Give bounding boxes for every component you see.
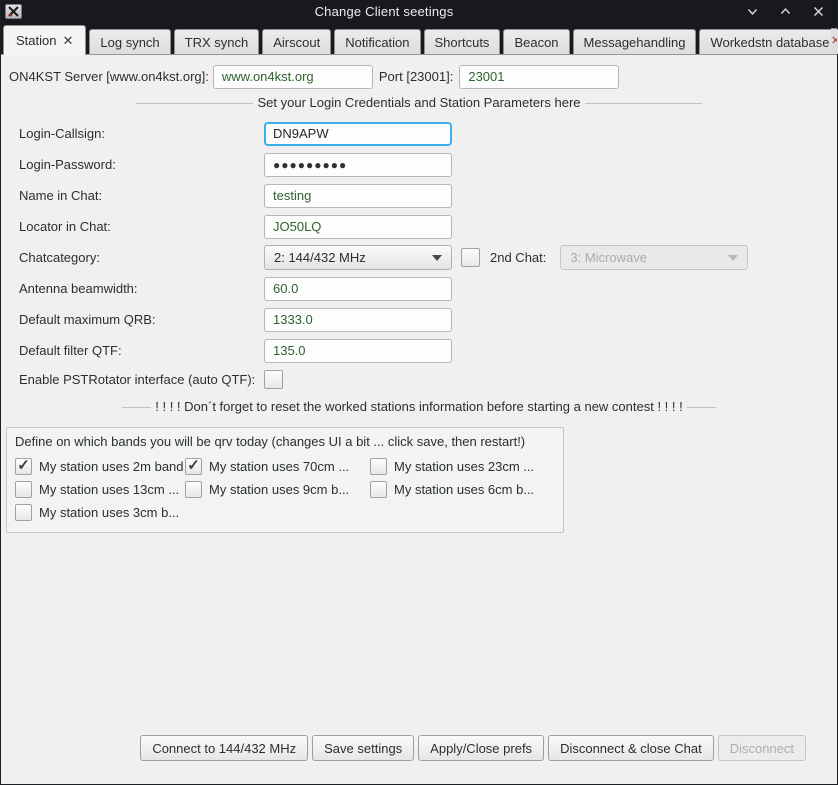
pstrotator-label: Enable PSTRotator interface (auto QTF): bbox=[19, 372, 264, 387]
band-9cm-checkbox[interactable] bbox=[185, 481, 202, 498]
server-label: ON4KST Server [www.on4kst.org]: bbox=[9, 69, 209, 84]
tab-trx-synch[interactable]: TRX synch bbox=[174, 29, 260, 54]
x11-logo-icon bbox=[8, 6, 19, 17]
login-password-input[interactable] bbox=[264, 153, 452, 177]
titlebar: Change Client seetings bbox=[1, 0, 837, 22]
login-password-label: Login-Password: bbox=[19, 157, 264, 172]
minimize-icon[interactable] bbox=[746, 5, 759, 18]
server-input[interactable] bbox=[213, 65, 373, 89]
max-qrb-input[interactable] bbox=[264, 308, 452, 332]
tab-beacon[interactable]: Beacon bbox=[503, 29, 569, 54]
band-13cm-item: My station uses 13cm ... bbox=[15, 481, 185, 498]
band-3cm-label: My station uses 3cm b... bbox=[39, 505, 179, 520]
band-6cm-item: My station uses 6cm b... bbox=[370, 481, 534, 498]
apply-close-prefs-button[interactable]: Apply/Close prefs bbox=[418, 735, 544, 761]
chatcategory-value: 2: 144/432 MHz bbox=[274, 250, 366, 265]
max-qrb-label: Default maximum QRB: bbox=[19, 312, 264, 327]
window-title: Change Client seetings bbox=[22, 4, 746, 19]
chat-name-label: Name in Chat: bbox=[19, 188, 264, 203]
tab-overflow-indicator: ✕ bbox=[831, 28, 837, 54]
chatcategory-label: Chatcategory: bbox=[19, 250, 264, 265]
maximize-icon[interactable] bbox=[779, 5, 792, 18]
band-2m-item: ✓ My station uses 2m band bbox=[15, 458, 185, 475]
settings-window: Change Client seetings Station ✕ Log syn… bbox=[0, 0, 838, 785]
pstrotator-checkbox[interactable] bbox=[264, 370, 283, 389]
band-13cm-label: My station uses 13cm ... bbox=[39, 482, 179, 497]
disconnect-button: Disconnect bbox=[718, 735, 806, 761]
dropdown-arrow-icon bbox=[728, 255, 738, 261]
save-settings-button[interactable]: Save settings bbox=[312, 735, 414, 761]
filter-qtf-label: Default filter QTF: bbox=[19, 343, 264, 358]
credentials-section-separator: Set your Login Credentials and Station P… bbox=[136, 95, 702, 110]
band-23cm-checkbox[interactable] bbox=[370, 458, 387, 475]
beamwidth-input[interactable] bbox=[264, 277, 452, 301]
app-icon[interactable] bbox=[5, 4, 22, 19]
tab-station-label: Station bbox=[16, 33, 56, 48]
band-9cm-item: My station uses 9cm b... bbox=[185, 481, 370, 498]
credentials-section-title: Set your Login Credentials and Station P… bbox=[253, 95, 584, 110]
close-icon[interactable] bbox=[812, 5, 825, 18]
login-callsign-label: Login-Callsign: bbox=[19, 126, 264, 141]
contest-warning-separator: ! ! ! ! Don´t forget to reset the worked… bbox=[122, 399, 716, 414]
beamwidth-label: Antenna beamwidth: bbox=[19, 281, 264, 296]
bands-groupbox-title: Define on which bands you will be qrv to… bbox=[15, 434, 555, 449]
tab-airscout[interactable]: Airscout bbox=[262, 29, 331, 54]
tab-shortcuts[interactable]: Shortcuts bbox=[424, 29, 501, 54]
port-input[interactable] bbox=[459, 65, 619, 89]
band-6cm-checkbox[interactable] bbox=[370, 481, 387, 498]
tab-station[interactable]: Station ✕ bbox=[3, 25, 86, 55]
band-23cm-label: My station uses 23cm ... bbox=[394, 459, 534, 474]
dropdown-arrow-icon bbox=[432, 255, 442, 261]
band-6cm-label: My station uses 6cm b... bbox=[394, 482, 534, 497]
chat-name-input[interactable] bbox=[264, 184, 452, 208]
checkmark-icon: ✓ bbox=[187, 458, 200, 473]
band-2m-label: My station uses 2m band bbox=[39, 459, 184, 474]
band-9cm-label: My station uses 9cm b... bbox=[209, 482, 349, 497]
band-13cm-checkbox[interactable] bbox=[15, 481, 32, 498]
contest-warning-text: ! ! ! ! Don´t forget to reset the worked… bbox=[151, 399, 686, 414]
second-chat-checkbox[interactable] bbox=[461, 248, 480, 267]
locator-label: Locator in Chat: bbox=[19, 219, 264, 234]
band-2m-checkbox[interactable]: ✓ bbox=[15, 458, 32, 475]
login-callsign-input[interactable] bbox=[264, 122, 452, 146]
tab-station-close-icon[interactable]: ✕ bbox=[62, 33, 73, 49]
band-3cm-checkbox[interactable] bbox=[15, 504, 32, 521]
checkmark-icon: ✓ bbox=[17, 458, 30, 473]
second-chat-label: 2nd Chat: bbox=[490, 250, 546, 265]
tab-log-synch[interactable]: Log synch bbox=[89, 29, 170, 54]
station-tab-panel: ON4KST Server [www.on4kst.org]: Port [23… bbox=[1, 55, 837, 784]
filter-qtf-input[interactable] bbox=[264, 339, 452, 363]
locator-input[interactable] bbox=[264, 215, 452, 239]
port-label: Port [23001]: bbox=[379, 69, 453, 84]
band-70cm-label: My station uses 70cm ... bbox=[209, 459, 349, 474]
band-70cm-item: ✓ My station uses 70cm ... bbox=[185, 458, 370, 475]
band-23cm-item: My station uses 23cm ... bbox=[370, 458, 534, 475]
tab-messagehandling[interactable]: Messagehandling bbox=[573, 29, 697, 54]
tab-workedstn-database[interactable]: Workedstn database bbox=[699, 29, 838, 54]
tab-bar: Station ✕ Log synch TRX synch Airscout N… bbox=[1, 22, 837, 55]
band-70cm-checkbox[interactable]: ✓ bbox=[185, 458, 202, 475]
connect-button[interactable]: Connect to 144/432 MHz bbox=[140, 735, 308, 761]
bottom-button-row: Connect to 144/432 MHz Save settings App… bbox=[140, 735, 806, 761]
disconnect-close-chat-button[interactable]: Disconnect & close Chat bbox=[548, 735, 714, 761]
second-chat-dropdown: 3: Microwave bbox=[560, 245, 748, 270]
second-chat-value: 3: Microwave bbox=[570, 250, 647, 265]
tab-notification[interactable]: Notification bbox=[334, 29, 420, 54]
bands-groupbox: Define on which bands you will be qrv to… bbox=[6, 427, 564, 533]
chatcategory-dropdown[interactable]: 2: 144/432 MHz bbox=[264, 245, 452, 270]
band-3cm-item: My station uses 3cm b... bbox=[15, 504, 185, 521]
